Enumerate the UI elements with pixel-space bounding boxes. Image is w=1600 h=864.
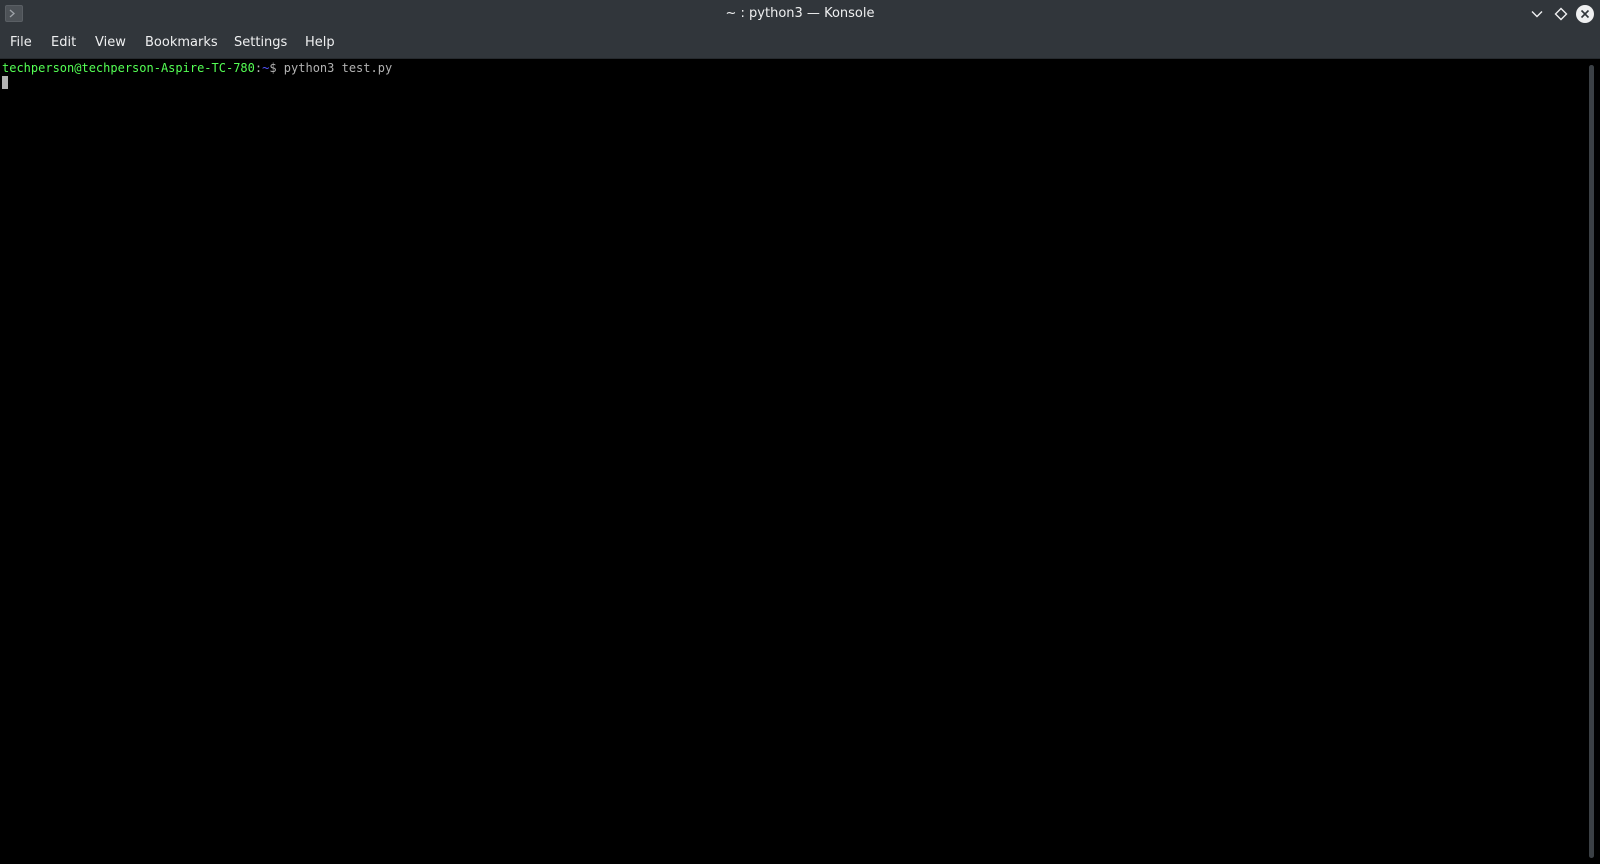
prompt-user-host: techperson@techperson-Aspire-TC-780 bbox=[2, 61, 255, 75]
menu-bookmarks[interactable]: Bookmarks bbox=[135, 28, 228, 58]
menu-edit[interactable]: Edit bbox=[41, 28, 86, 58]
menu-help[interactable]: Help bbox=[295, 28, 345, 58]
scrollbar-thumb[interactable] bbox=[1589, 65, 1594, 858]
maximize-button[interactable] bbox=[1551, 4, 1571, 24]
vertical-scrollbar[interactable] bbox=[1584, 59, 1600, 864]
menu-bar: File Edit View Bookmarks Settings Help bbox=[0, 28, 1600, 59]
close-icon bbox=[1576, 5, 1594, 23]
konsole-window: ~ : python3 — Konsole File Edit View Boo… bbox=[0, 0, 1600, 864]
prompt-symbol: $ bbox=[269, 61, 277, 75]
title-bar[interactable]: ~ : python3 — Konsole bbox=[0, 0, 1600, 28]
window-title: ~ : python3 — Konsole bbox=[725, 6, 875, 21]
terminal-cursor bbox=[2, 76, 8, 89]
terminal-view[interactable]: techperson@techperson-Aspire-TC-780:~$ p… bbox=[0, 59, 1584, 864]
menu-view[interactable]: View bbox=[85, 28, 136, 58]
menu-file[interactable]: File bbox=[0, 28, 42, 58]
close-button[interactable] bbox=[1575, 4, 1595, 24]
menu-settings[interactable]: Settings bbox=[224, 28, 297, 58]
chevron-down-icon bbox=[1531, 11, 1543, 18]
terminal-command: python3 test.py bbox=[276, 61, 393, 75]
terminal-prompt-line: techperson@techperson-Aspire-TC-780:~$ p… bbox=[2, 60, 392, 76]
minimize-button[interactable] bbox=[1527, 4, 1547, 24]
diamond-icon bbox=[1554, 7, 1568, 21]
